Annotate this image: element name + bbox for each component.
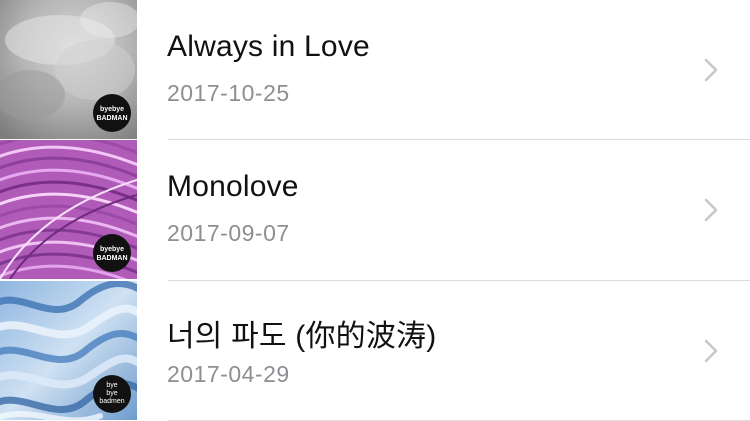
release-date: 2017-09-07 [167,220,290,246]
release-date: 2017-04-29 [167,361,290,387]
song-title: Always in Love [167,30,370,63]
chevron-right-icon [704,339,718,363]
svg-text:BADMAN: BADMAN [96,115,127,122]
song-list: byebye BADMAN Always in Love 2017-10-25 [0,0,750,421]
svg-text:byebye: byebye [100,246,124,253]
song-row-always-in-love[interactable]: byebye BADMAN Always in Love 2017-10-25 [0,0,750,139]
svg-text:byebye: byebye [100,106,124,113]
release-date: 2017-10-25 [167,80,290,106]
chevron-right-icon [704,58,718,82]
svg-text:bye: bye [106,390,117,397]
svg-text:bye: bye [106,382,117,389]
album-cover: byebye BADMAN [0,0,137,139]
album-cover: byebye BADMAN [0,140,137,279]
song-title: Monolove [167,170,299,203]
chevron-right-icon [704,198,718,222]
svg-text:BADMAN: BADMAN [96,255,127,262]
album-cover: bye bye badmen [0,281,137,420]
song-row-monolove[interactable]: byebye BADMAN Monolove 2017-09-07 [0,140,750,279]
song-row-your-wave[interactable]: bye bye badmen 너의 파도 (你的波涛) 2017-04-29 [0,281,750,420]
song-title: 너의 파도 (你的波涛) [167,320,437,353]
svg-text:badmen: badmen [99,398,124,405]
